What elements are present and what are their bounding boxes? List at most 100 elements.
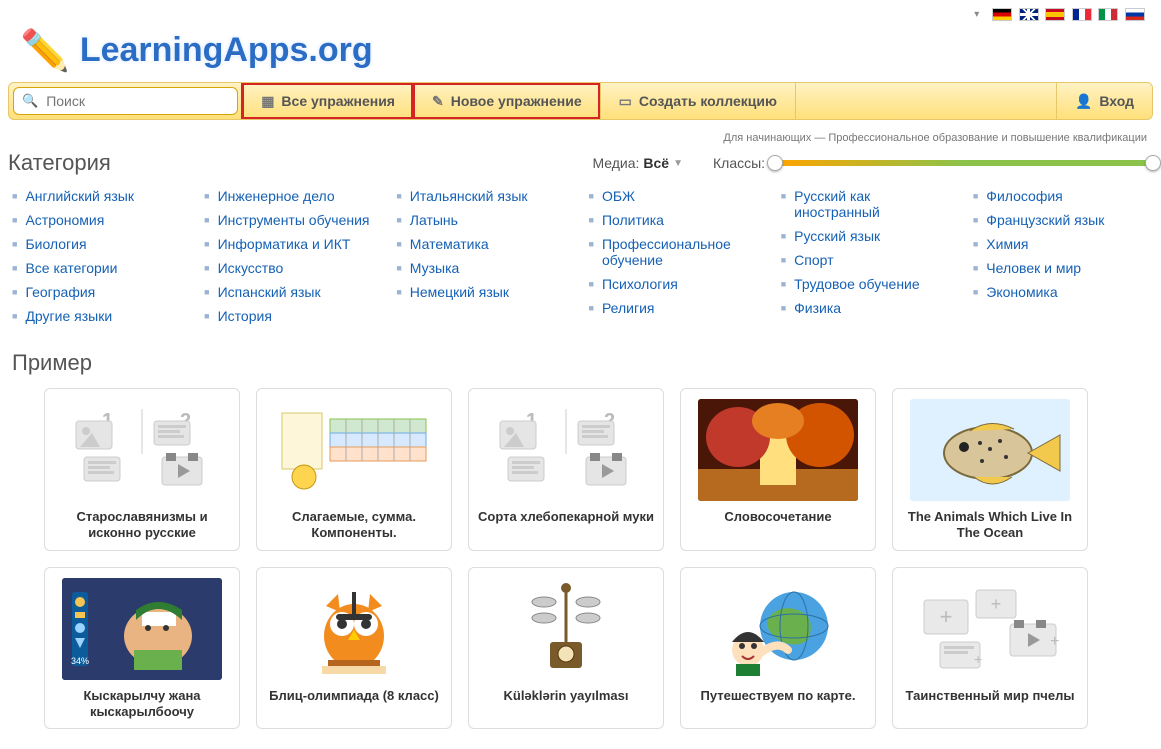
example-card[interactable]: ++++Таинственный мир пчелы	[892, 567, 1088, 730]
example-cards: 12Старославянизмы и исконно русскиеСлага…	[8, 388, 1153, 749]
pencil-icon: ✏️	[20, 27, 70, 74]
svg-text:+: +	[991, 594, 1002, 614]
category-link[interactable]: Философия	[986, 188, 1062, 204]
category-item: Английский язык	[10, 184, 190, 208]
site-logo[interactable]: ✏️ LearningApps.org	[8, 21, 1153, 82]
search-input[interactable]	[44, 92, 229, 110]
category-column: ОБЖ Политика Профессиональное обучение Псих…	[587, 184, 767, 328]
level-range-label: Для начинающих — Профессиональное образо…	[8, 128, 1153, 144]
card-thumbnail	[274, 399, 434, 501]
user-icon: 👤	[1075, 93, 1092, 110]
card-title: The Animals Which Live In The Ocean	[901, 509, 1079, 542]
category-link[interactable]: Психология	[602, 276, 678, 292]
example-card[interactable]: Слагаемые, сумма. Компоненты.	[256, 388, 452, 551]
category-link[interactable]: Латынь	[410, 212, 458, 228]
media-value: Всё	[643, 155, 669, 171]
category-link[interactable]: Русский как иностранный	[794, 188, 957, 220]
category-item: Физика	[779, 296, 959, 320]
category-link[interactable]: Профессиональное обучение	[602, 236, 765, 268]
search-box[interactable]: 🔍	[13, 87, 238, 115]
category-item: Русский как иностранный	[779, 184, 959, 224]
category-link[interactable]: Французский язык	[986, 212, 1104, 228]
category-link[interactable]: Астрономия	[25, 212, 104, 228]
example-card[interactable]: Путешествуем по карте.	[680, 567, 876, 730]
svg-text:+: +	[940, 604, 953, 629]
category-link[interactable]: Информатика и ИКТ	[218, 236, 351, 252]
category-link[interactable]: Биология	[25, 236, 86, 252]
category-item: История	[202, 304, 382, 328]
category-item: Биология	[10, 232, 190, 256]
category-columns: Английский язык Астрономия Биология Все кат…	[8, 184, 1153, 346]
card-thumbnail: 34%	[62, 578, 222, 680]
example-card[interactable]: Küləklərin yayılması	[468, 567, 664, 730]
category-link[interactable]: Музыка	[410, 260, 460, 276]
category-link[interactable]: Религия	[602, 300, 655, 316]
flag-it[interactable]	[1098, 8, 1118, 21]
category-link[interactable]: Другие языки	[25, 308, 112, 324]
category-link[interactable]: Итальянский язык	[410, 188, 528, 204]
category-link[interactable]: Английский язык	[25, 188, 134, 204]
category-link[interactable]: История	[218, 308, 272, 324]
category-column: Английский язык Астрономия Биология Все кат…	[10, 184, 190, 328]
grid-icon: ▦	[261, 93, 274, 110]
category-link[interactable]: Физика	[794, 300, 841, 316]
category-item: ОБЖ	[587, 184, 767, 208]
flag-de[interactable]	[992, 8, 1012, 21]
category-link[interactable]: Спорт	[794, 252, 833, 268]
category-link[interactable]: Инженерное дело	[218, 188, 335, 204]
category-link[interactable]: Экономика	[986, 284, 1057, 300]
category-link[interactable]: Немецкий язык	[410, 284, 509, 300]
nav-all-exercises[interactable]: ▦ Все упражнения	[242, 83, 413, 119]
nav-login[interactable]: 👤 Вход	[1056, 83, 1152, 119]
category-item: Психология	[587, 272, 767, 296]
category-item: Химия	[971, 232, 1151, 256]
nav-collection-label: Создать коллекцию	[639, 93, 777, 109]
category-item: Спорт	[779, 248, 959, 272]
media-filter[interactable]: Медиа: Всё ▼	[592, 155, 683, 171]
example-card[interactable]: 12Старославянизмы и исконно русские	[44, 388, 240, 551]
flag-en[interactable]	[1019, 8, 1039, 21]
category-link[interactable]: Химия	[986, 236, 1028, 252]
category-link[interactable]: География	[25, 284, 95, 300]
category-link[interactable]: Человек и мир	[986, 260, 1081, 276]
category-column: Инженерное дело Инструменты обучения Инфор…	[202, 184, 382, 328]
category-link[interactable]: Русский язык	[794, 228, 880, 244]
category-heading: Категория	[8, 150, 111, 176]
category-link[interactable]: Политика	[602, 212, 664, 228]
category-item: География	[10, 280, 190, 304]
example-card[interactable]: 12Сорта хлебопекарной муки	[468, 388, 664, 551]
examples-heading: Пример	[12, 350, 1153, 376]
category-link[interactable]: Математика	[410, 236, 489, 252]
flag-ru[interactable]	[1125, 8, 1145, 21]
card-thumbnail	[910, 399, 1070, 501]
svg-text:+: +	[1050, 633, 1059, 650]
category-link[interactable]: Испанский язык	[218, 284, 321, 300]
example-card[interactable]: 34%Кыскарылчу жана кыскарылбоочу	[44, 567, 240, 730]
example-card[interactable]: Блиц-олимпиада (8 класс)	[256, 567, 452, 730]
category-link[interactable]: Трудовое обучение	[794, 276, 920, 292]
example-card[interactable]: The Animals Which Live In The Ocean	[892, 388, 1088, 551]
category-link[interactable]: Все категории	[25, 260, 117, 276]
category-item: Инструменты обучения	[202, 208, 382, 232]
category-link[interactable]: ОБЖ	[602, 188, 635, 204]
card-thumbnail	[698, 399, 858, 501]
category-item: Немецкий язык	[394, 280, 574, 304]
example-card[interactable]: Словосочетание	[680, 388, 876, 551]
category-item: Астрономия	[10, 208, 190, 232]
category-column: Русский как иностранный Русский язык Спорт…	[779, 184, 959, 328]
level-slider[interactable]	[775, 160, 1153, 166]
category-link[interactable]: Искусство	[218, 260, 284, 276]
nav-new-exercise[interactable]: ✎ Новое упражнение	[413, 83, 600, 119]
logo-text: LearningApps.org	[80, 31, 373, 70]
flag-fr[interactable]	[1072, 8, 1092, 21]
category-column: Итальянский язык Латынь Математика Музыка Не…	[394, 184, 574, 328]
dropdown-caret-icon[interactable]: ▾	[974, 9, 979, 20]
main-navbar: 🔍 ▦ Все упражнения ✎ Новое упражнение ▭ …	[8, 82, 1153, 120]
nav-create-collection[interactable]: ▭ Создать коллекцию	[600, 83, 795, 119]
card-title: Путешествуем по карте.	[701, 688, 856, 720]
card-thumbnail: 12	[486, 399, 646, 501]
card-thumbnail	[698, 578, 858, 680]
category-link[interactable]: Инструменты обучения	[218, 212, 370, 228]
flag-es[interactable]	[1045, 8, 1065, 21]
category-header: Категория Медиа: Всё ▼ Классы:	[8, 150, 1153, 176]
